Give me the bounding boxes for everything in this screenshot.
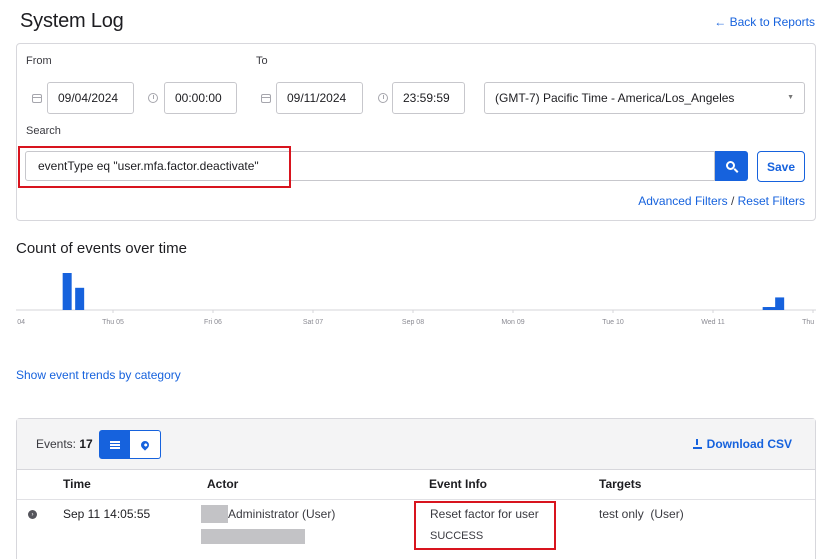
calendar-icon — [31, 92, 43, 104]
filter-links-separator: / — [730, 194, 735, 208]
column-header-event-info[interactable]: Event Info — [429, 477, 487, 491]
search-button[interactable] — [715, 151, 748, 181]
download-csv-button[interactable]: Download CSV — [692, 437, 792, 451]
to-time-input[interactable]: 23:59:59 — [392, 82, 465, 114]
event-outcome: SUCCESS — [430, 530, 484, 542]
header-divider — [17, 499, 815, 500]
event-time: Sep 11 14:05:55 — [63, 507, 151, 521]
expand-row-icon[interactable]: › — [28, 510, 37, 519]
search-input[interactable]: eventType eq "user.mfa.factor.deactivate… — [25, 151, 715, 181]
events-toolbar: Events: 17 Download CSV — [17, 419, 815, 470]
page-title: System Log — [20, 10, 124, 32]
redacted-actor-detail — [201, 529, 305, 544]
download-icon — [692, 439, 702, 449]
chart-bar[interactable] — [775, 297, 785, 310]
from-date-input[interactable]: 09/04/2024 — [47, 82, 134, 114]
column-header-targets[interactable]: Targets — [599, 477, 641, 491]
chart-tick-label: Wed 04 — [16, 319, 25, 326]
events-count: Events: 17 — [36, 437, 93, 451]
events-over-time-chart: Wed 04 Thu 05 Fri 06 Sat 07 Sep 08 Mon 09 Tue … — [16, 273, 816, 326]
list-icon — [109, 440, 120, 449]
event-trends-link[interactable]: Show event trends by category — [16, 368, 181, 382]
events-count-label: Events: — [36, 437, 77, 451]
chart-bar[interactable] — [75, 287, 85, 310]
chart-bar[interactable] — [766, 307, 776, 310]
search-icon — [726, 160, 735, 170]
chart-bar[interactable] — [62, 273, 72, 310]
map-view-button[interactable] — [130, 430, 161, 459]
back-to-reports-link[interactable]: ← Back to Reports — [714, 15, 815, 29]
chart-tick-label: Wed 11 — [701, 319, 725, 326]
events-panel: Events: 17 Download CSV Time Actor Event… — [16, 418, 816, 559]
download-csv-label: Download CSV — [706, 437, 792, 451]
event-targets[interactable]: test only (User) — [599, 507, 684, 521]
reset-filters-link[interactable]: Reset Filters — [738, 194, 805, 208]
to-label: To — [256, 55, 268, 67]
from-time-input[interactable]: 00:00:00 — [164, 82, 237, 114]
save-button[interactable]: Save — [757, 151, 805, 182]
column-header-time[interactable]: Time — [63, 477, 91, 491]
search-label: Search — [26, 125, 61, 137]
chart-tick-label: Tue 10 — [602, 319, 624, 326]
filter-links: Advanced Filters / Reset Filters — [638, 194, 805, 208]
chart-tick-label: Sat 07 — [303, 319, 323, 326]
event-info: Reset factor for user — [430, 507, 539, 521]
chart-tick-label: Mon 09 — [501, 319, 524, 326]
view-toggle — [99, 430, 161, 459]
redacted-avatar — [201, 505, 228, 523]
timezone-select[interactable]: (GMT-7) Pacific Time - America/Los_Angel… — [484, 82, 805, 114]
advanced-filters-link[interactable]: Advanced Filters — [638, 194, 727, 208]
to-date-input[interactable]: 09/11/2024 — [276, 82, 363, 114]
timezone-value: (GMT-7) Pacific Time - America/Los_Angel… — [495, 91, 735, 105]
filter-panel: From To 09/04/2024 00:00:00 09/11/2024 2… — [16, 43, 816, 221]
event-actor[interactable]: Administrator (User) — [228, 507, 335, 521]
events-count-value: 17 — [79, 437, 93, 451]
map-pin-icon — [139, 438, 151, 451]
from-label: From — [26, 55, 52, 67]
clock-icon — [147, 92, 159, 104]
chart-title: Count of events over time — [16, 240, 187, 257]
chart-tick-label: Thu 05 — [102, 319, 124, 326]
chart-tick-label: Thu 12 — [802, 319, 816, 326]
chart-tick-label: Fri 06 — [204, 319, 222, 326]
chart-tick-label: Sep 08 — [402, 319, 424, 326]
column-header-actor[interactable]: Actor — [207, 477, 238, 491]
clock-icon — [377, 92, 389, 104]
list-view-button[interactable] — [99, 430, 130, 459]
chevron-down-icon: ▼ — [787, 94, 794, 101]
calendar-icon — [260, 92, 272, 104]
